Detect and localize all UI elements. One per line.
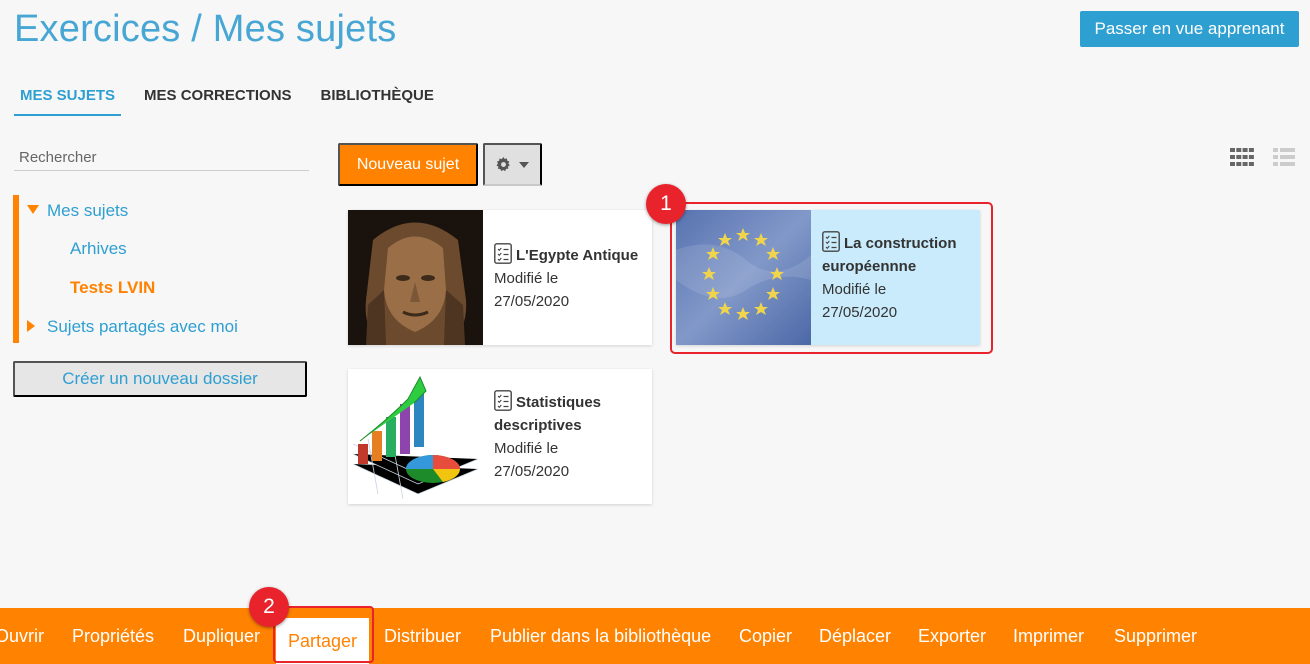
subject-card[interactable]: L'Egypte Antique Modifié le 27/05/2020 <box>348 210 652 345</box>
action-publier[interactable]: Publier dans la bibliothèque <box>490 608 711 664</box>
exercise-doc-icon <box>494 242 512 264</box>
grid-view-icon[interactable] <box>1230 148 1254 166</box>
tree-item-label: Mes sujets <box>47 201 129 220</box>
action-dupliquer[interactable]: Dupliquer <box>183 608 260 664</box>
action-supprimer[interactable]: Supprimer <box>1114 608 1197 664</box>
page-title: Exercices / Mes sujets <box>14 8 397 50</box>
tree-selection-bar <box>13 195 19 343</box>
action-imprimer[interactable]: Imprimer <box>1013 608 1084 664</box>
card-date: 27/05/2020 <box>494 463 570 480</box>
tab-bar: MES SUJETS MES CORRECTIONS BIBLIOTHÈQUE <box>14 80 457 116</box>
action-bar: Ouvrir Propriétés Dupliquer Partager Dis… <box>0 608 1310 664</box>
tree-item-arhives[interactable]: Arhives <box>70 239 127 259</box>
highlight-box-card <box>670 202 993 354</box>
search-input[interactable] <box>14 144 309 171</box>
card-title: Statistiques descriptives <box>494 390 642 437</box>
action-copier[interactable]: Copier <box>739 608 792 664</box>
tab-mes-corrections[interactable]: MES CORRECTIONS <box>138 80 298 116</box>
card-date: 27/05/2020 <box>494 292 570 310</box>
gear-icon <box>496 157 510 172</box>
card-modified-label: Modifié le <box>494 269 559 287</box>
tree-item-mes-sujets[interactable]: Mes sujets <box>27 201 128 221</box>
card-title-text: L'Egypte Antique <box>516 246 639 264</box>
settings-dropdown-button[interactable] <box>483 143 542 186</box>
card-modified-label: Modifié le <box>494 440 559 457</box>
tree-item-tests-lvin[interactable]: Tests LVIN <box>70 278 155 298</box>
action-proprietes[interactable]: Propriétés <box>72 608 154 664</box>
step-badge-1: 1 <box>646 184 686 224</box>
tree-item-sujets-partages[interactable]: Sujets partagés avec moi <box>27 317 238 337</box>
pharaoh-thumbnail <box>348 210 483 345</box>
learner-view-button[interactable]: Passer en vue apprenant <box>1080 11 1299 47</box>
action-exporter[interactable]: Exporter <box>918 608 986 664</box>
action-deplacer[interactable]: Déplacer <box>819 608 891 664</box>
exercise-doc-icon <box>494 390 512 411</box>
tree-item-label: Sujets partagés avec moi <box>47 317 238 336</box>
action-ouvrir[interactable]: Ouvrir <box>0 608 44 664</box>
statistics-thumbnail <box>348 369 483 504</box>
tab-bibliotheque[interactable]: BIBLIOTHÈQUE <box>315 80 440 116</box>
caret-right-icon[interactable] <box>27 320 35 332</box>
list-view-icon[interactable] <box>1273 148 1295 166</box>
caret-down-icon[interactable] <box>27 205 39 214</box>
step-badge-2: 2 <box>249 587 289 627</box>
tab-mes-sujets[interactable]: MES SUJETS <box>14 80 122 116</box>
card-title: L'Egypte Antique <box>494 242 639 267</box>
new-folder-button[interactable]: Créer un nouveau dossier <box>13 361 307 397</box>
highlight-box-partager <box>273 606 374 663</box>
chevron-down-icon <box>519 161 529 168</box>
new-subject-button[interactable]: Nouveau sujet <box>338 143 478 186</box>
action-distribuer[interactable]: Distribuer <box>384 608 461 664</box>
card-info: L'Egypte Antique Modifié le 27/05/2020 <box>483 210 648 345</box>
card-info: Statistiques descriptives Modifié le 27/… <box>483 369 652 504</box>
subject-card[interactable]: Statistiques descriptives Modifié le 27/… <box>348 369 652 504</box>
